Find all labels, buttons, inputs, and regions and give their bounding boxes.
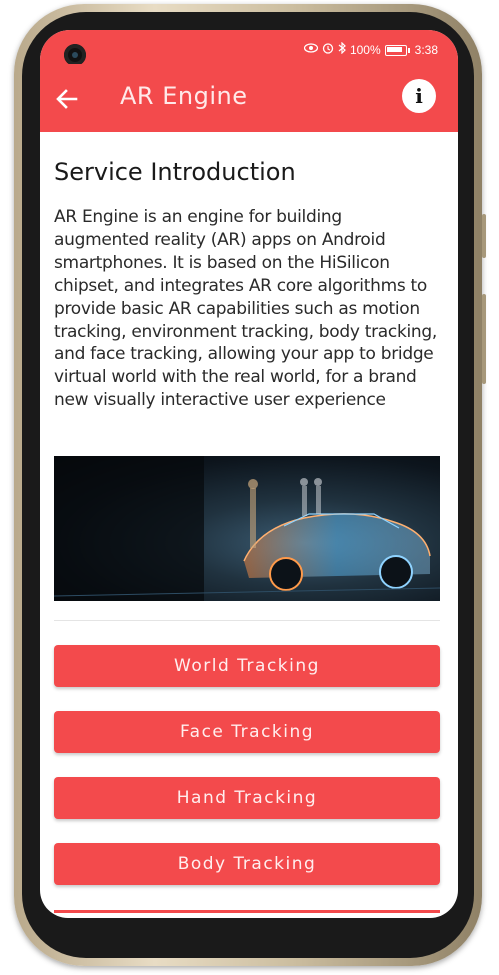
face-tracking-button[interactable]: Face Tracking xyxy=(54,711,440,753)
status-bar: 100% 3:38 xyxy=(40,30,458,66)
front-camera xyxy=(64,44,86,66)
body-tracking-button[interactable]: Body Tracking xyxy=(54,843,440,885)
main-content: Service Introduction AR Engine is an eng… xyxy=(54,132,440,885)
status-indicators: 100% 3:38 xyxy=(303,41,438,58)
arrow-left-icon xyxy=(56,89,78,109)
alarm-icon xyxy=(322,42,334,58)
hero-image xyxy=(54,456,440,601)
divider xyxy=(54,620,440,621)
back-button[interactable] xyxy=(54,86,80,112)
world-tracking-button[interactable]: World Tracking xyxy=(54,645,440,687)
section-title: Service Introduction xyxy=(54,158,296,186)
app-bar: AR Engine i xyxy=(40,64,458,132)
next-button-edge xyxy=(54,910,440,913)
intro-text: AR Engine is an engine for building augm… xyxy=(54,207,437,411)
battery-icon xyxy=(384,44,410,56)
screen: 100% 3:38 AR Engine i Service Introducti… xyxy=(40,30,458,918)
volume-button xyxy=(482,214,486,258)
battery-percent: 100% xyxy=(349,43,381,57)
eye-icon xyxy=(303,43,319,57)
power-button xyxy=(482,294,486,384)
ar-car-illustration xyxy=(54,456,440,601)
bluetooth-icon xyxy=(338,41,346,58)
clock: 3:38 xyxy=(414,43,438,57)
info-button[interactable]: i xyxy=(402,79,436,113)
hand-tracking-button[interactable]: Hand Tracking xyxy=(54,777,440,819)
app-title: AR Engine xyxy=(120,82,248,110)
